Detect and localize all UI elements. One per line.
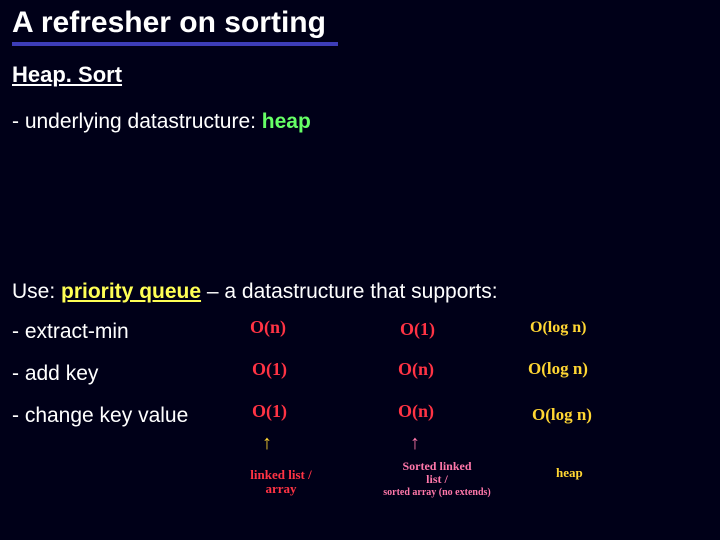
cell-add-col1: O(1) (252, 360, 287, 379)
cell-extract-col3: O(log n) (530, 320, 586, 337)
cell-change-col1: O(1) (252, 402, 287, 421)
algorithm-name: Heap. Sort (12, 62, 122, 88)
slide-title: A refresher on sorting (12, 6, 338, 46)
label-col1-line2: array (265, 481, 296, 496)
use-suffix: – a datastructure that supports: (201, 280, 498, 303)
cell-add-col2: O(n) (398, 360, 434, 379)
underlying-ds-line: - underlying datastructure: heap (12, 110, 311, 134)
use-prefix: Use: (12, 280, 61, 303)
cell-change-col3: O(log n) (532, 406, 592, 424)
underlying-ds-prefix: - underlying datastructure: (12, 110, 262, 133)
cell-extract-col1: O(n) (250, 318, 286, 337)
label-col1: linked list / array (226, 468, 336, 495)
label-col2-line3: sorted array (no extends) (383, 487, 490, 498)
label-col2-line2: list / (426, 472, 448, 486)
cell-change-col2: O(n) (398, 402, 434, 421)
underlying-ds-value: heap (262, 110, 311, 133)
cell-extract-col2: O(1) (400, 320, 435, 339)
label-col3: heap (556, 466, 583, 480)
use-line: Use: priority queue – a datastructure th… (12, 280, 498, 304)
slide: A refresher on sorting Heap. Sort - unde… (0, 0, 720, 540)
op-change-key: - change key value (12, 404, 188, 428)
cell-add-col3: O(log n) (528, 360, 588, 378)
arrow-col1: ↑ (262, 432, 272, 455)
op-add-key: - add key (12, 362, 98, 386)
arrow-col2: ↑ (410, 432, 420, 455)
op-extract-min: - extract-min (12, 320, 129, 344)
priority-queue-term: priority queue (61, 280, 201, 303)
label-col2: Sorted linked list / sorted array (no ex… (362, 460, 512, 499)
